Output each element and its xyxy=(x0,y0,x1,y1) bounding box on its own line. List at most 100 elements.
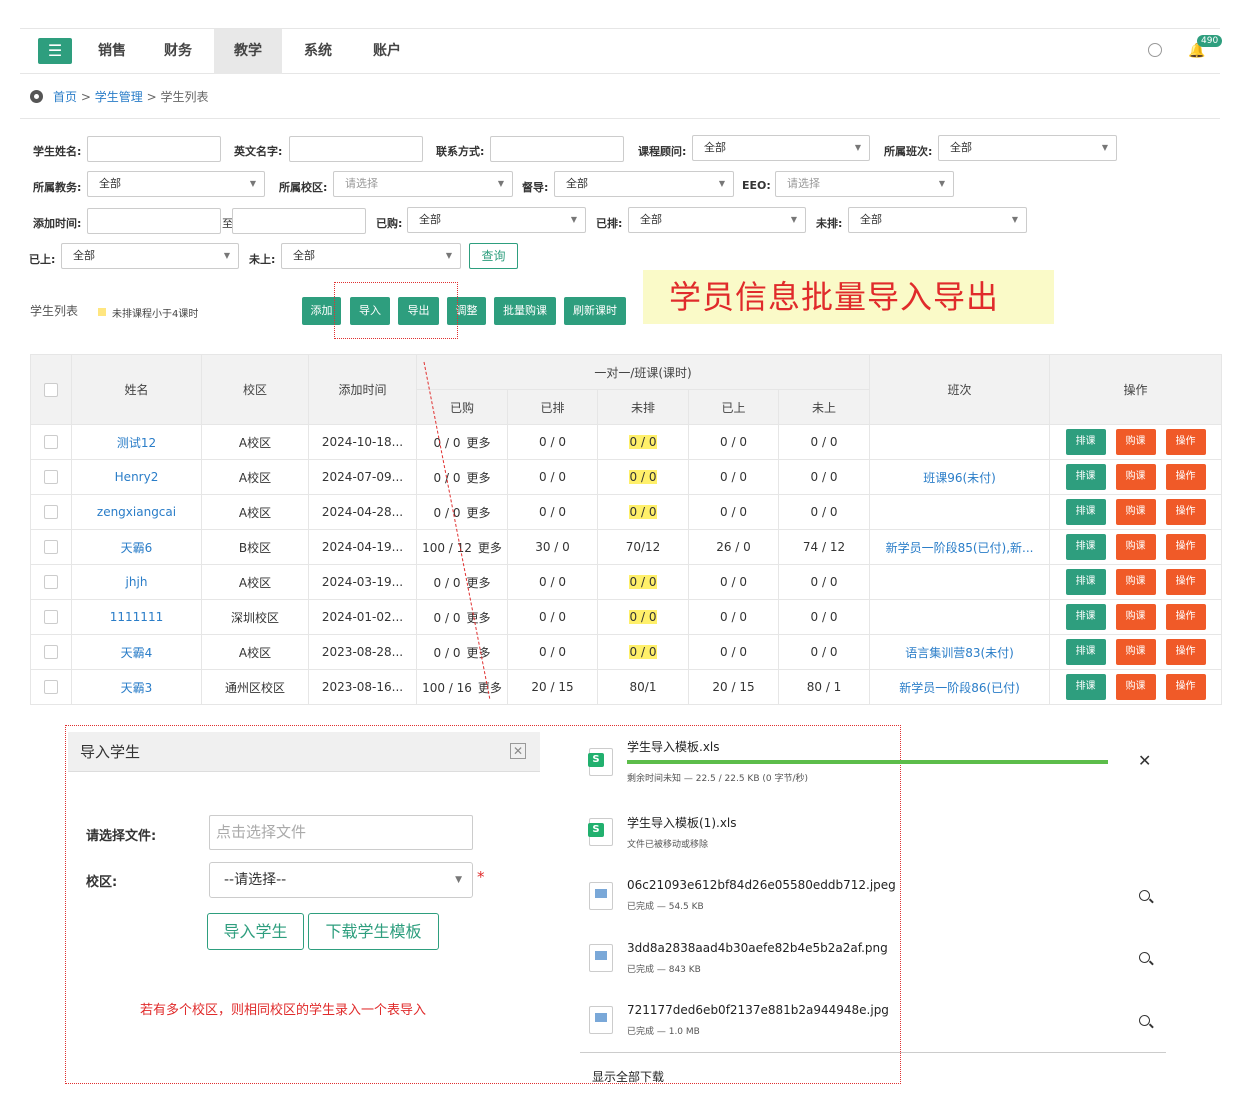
class-link[interactable]: 班课96(未付) xyxy=(869,459,1051,495)
purchased-select[interactable]: 全部 ▼ xyxy=(407,207,586,233)
purchase-button[interactable]: 购课 xyxy=(1115,569,1156,595)
search-icon[interactable] xyxy=(1139,890,1150,901)
nav-item-account[interactable]: 账户 xyxy=(353,29,421,74)
operate-button[interactable]: 操作 xyxy=(1165,464,1206,490)
more-link[interactable]: 更多 xyxy=(466,506,490,520)
class-link[interactable] xyxy=(869,564,1051,600)
operate-button[interactable]: 操作 xyxy=(1165,674,1206,700)
class-link[interactable] xyxy=(869,494,1051,530)
row-checkbox[interactable] xyxy=(44,540,58,555)
more-link[interactable]: 更多 xyxy=(466,611,490,625)
schedule-button[interactable]: 排课 xyxy=(1065,499,1106,525)
purchase-button[interactable]: 购课 xyxy=(1115,429,1156,455)
purchase-button[interactable]: 购课 xyxy=(1115,464,1156,490)
schedule-button[interactable]: 排课 xyxy=(1065,464,1106,490)
download-item-name[interactable]: 学生导入模板(1).xls xyxy=(627,814,737,831)
download-template-button[interactable]: 下载学生模板 xyxy=(308,913,439,950)
query-button[interactable]: 查询 xyxy=(469,243,518,269)
row-checkbox[interactable] xyxy=(44,435,58,450)
breadcrumb-home-link[interactable]: 首页 xyxy=(53,90,77,104)
dialog-campus-select[interactable]: --请选择-- ▼ xyxy=(209,862,473,898)
operate-button[interactable]: 操作 xyxy=(1165,534,1206,560)
row-checkbox[interactable] xyxy=(44,680,58,695)
nav-item-sales[interactable]: 销售 xyxy=(78,29,146,74)
download-item-name[interactable]: 3dd8a2838aad4b30aefe82b4e5b2a2af.png xyxy=(627,941,888,955)
batch-purchase-button[interactable]: 批量购课 xyxy=(494,297,556,325)
attended-select[interactable]: 全部 ▼ xyxy=(61,243,239,269)
schedule-button[interactable]: 排课 xyxy=(1065,604,1106,630)
file-select-input[interactable]: 点击选择文件 xyxy=(209,815,473,850)
import-students-button[interactable]: 导入学生 xyxy=(207,913,304,950)
student-name-link[interactable]: 天霸3 xyxy=(71,669,202,705)
student-name-input[interactable] xyxy=(87,136,221,162)
unscheduled-select[interactable]: 全部 ▼ xyxy=(848,207,1027,233)
download-item-name[interactable]: 06c21093e612bf84d26e05580eddb712.jpeg xyxy=(627,878,896,892)
student-name-link[interactable]: 天霸4 xyxy=(71,634,202,670)
schedule-button[interactable]: 排课 xyxy=(1065,429,1106,455)
download-item-name[interactable]: 721177ded6eb0f2137e881b2a944948e.jpg xyxy=(627,1003,889,1017)
contact-input[interactable] xyxy=(490,136,624,162)
nav-item-finance[interactable]: 财务 xyxy=(144,29,212,74)
purchase-button[interactable]: 购课 xyxy=(1115,604,1156,630)
unattended-select[interactable]: 全部 ▼ xyxy=(281,243,461,269)
search-icon[interactable] xyxy=(1139,952,1150,963)
purchase-button[interactable]: 购课 xyxy=(1115,639,1156,665)
student-name-link[interactable]: 测试12 xyxy=(71,424,202,460)
student-name-link[interactable]: Henry2 xyxy=(71,459,202,495)
breadcrumb-student-management-link[interactable]: 学生管理 xyxy=(95,90,143,104)
student-name-link[interactable]: jhjh xyxy=(71,564,202,600)
row-checkbox[interactable] xyxy=(44,470,58,485)
schedule-button[interactable]: 排课 xyxy=(1065,639,1106,665)
class-link[interactable]: 新学员一阶段85(已付),新... xyxy=(869,529,1051,565)
student-name-link[interactable]: 天霸6 xyxy=(71,529,202,565)
student-name-link[interactable]: zengxiangcai xyxy=(71,494,202,530)
purchase-button[interactable]: 购课 xyxy=(1115,534,1156,560)
row-checkbox[interactable] xyxy=(44,505,58,520)
operate-button[interactable]: 操作 xyxy=(1165,604,1206,630)
row-checkbox[interactable] xyxy=(44,645,58,660)
more-link[interactable]: 更多 xyxy=(466,471,490,485)
more-link[interactable]: 更多 xyxy=(466,576,490,590)
added-time-end-input[interactable] xyxy=(232,208,366,234)
more-link[interactable]: 更多 xyxy=(466,436,490,450)
student-name-link[interactable]: 1111111 xyxy=(71,599,202,635)
class-link[interactable]: 新学员一阶段86(已付) xyxy=(869,669,1051,705)
course-advisor-select[interactable]: 全部 ▼ xyxy=(692,135,870,161)
close-icon[interactable]: ✕ xyxy=(510,743,526,759)
row-checkbox[interactable] xyxy=(44,610,58,625)
refresh-hours-button[interactable]: 刷新课时 xyxy=(564,297,626,325)
operate-button[interactable]: 操作 xyxy=(1165,569,1206,595)
select-all-checkbox[interactable] xyxy=(44,382,58,397)
globe-icon[interactable] xyxy=(1148,43,1162,57)
purchase-button[interactable]: 购课 xyxy=(1115,499,1156,525)
purchase-button[interactable]: 购课 xyxy=(1115,674,1156,700)
more-link[interactable]: 更多 xyxy=(478,681,502,695)
download-item-name[interactable]: 学生导入模板.xls xyxy=(627,738,720,755)
eeo-select[interactable]: 请选择 ▼ xyxy=(775,171,954,197)
scheduled-select[interactable]: 全部 ▼ xyxy=(628,207,806,233)
search-icon[interactable] xyxy=(1139,1015,1150,1026)
schedule-button[interactable]: 排课 xyxy=(1065,674,1106,700)
schedule-button[interactable]: 排课 xyxy=(1065,569,1106,595)
class-select[interactable]: 全部 ▼ xyxy=(938,135,1117,161)
menu-toggle-button[interactable]: ☰ xyxy=(38,38,72,64)
more-link[interactable]: 更多 xyxy=(466,646,490,660)
schedule-button[interactable]: 排课 xyxy=(1065,534,1106,560)
nav-item-teaching[interactable]: 教学 xyxy=(214,29,282,74)
class-link[interactable] xyxy=(869,599,1051,635)
operate-button[interactable]: 操作 xyxy=(1165,429,1206,455)
nav-item-system[interactable]: 系统 xyxy=(284,29,352,74)
class-link[interactable]: 语言集训营83(未付) xyxy=(869,634,1051,670)
supervisor-select[interactable]: 全部 ▼ xyxy=(554,171,734,197)
more-link[interactable]: 更多 xyxy=(478,541,502,555)
show-all-downloads-link[interactable]: 显示全部下载 xyxy=(592,1068,664,1085)
class-link[interactable] xyxy=(869,424,1051,460)
campus-select[interactable]: 请选择 ▼ xyxy=(333,171,513,197)
added-time-start-input[interactable] xyxy=(87,208,221,234)
row-checkbox[interactable] xyxy=(44,575,58,590)
operate-button[interactable]: 操作 xyxy=(1165,639,1206,665)
cancel-download-icon[interactable]: ✕ xyxy=(1138,751,1151,770)
english-name-input[interactable] xyxy=(289,136,423,162)
operate-button[interactable]: 操作 xyxy=(1165,499,1206,525)
academic-select[interactable]: 全部 ▼ xyxy=(87,171,265,197)
